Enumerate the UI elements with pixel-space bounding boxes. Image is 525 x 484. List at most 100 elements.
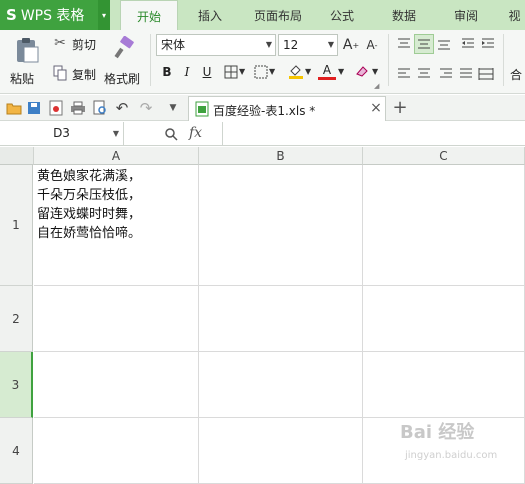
row-header-3[interactable]: 3 [0,352,33,418]
ribbon-home: 粘贴 ✂ 剪切 复制 格式刷 宋体 ▼ 12 ▼ A+ A- B I U ▼ [0,30,525,94]
column-header-c[interactable]: C [363,147,525,165]
cell-b3[interactable] [199,352,363,418]
cell-c3[interactable] [363,352,525,418]
select-all-corner[interactable] [0,147,34,165]
font-dialog-launcher-icon[interactable]: ◢ [374,82,379,90]
tab-insert[interactable]: 插入 [186,0,234,30]
document-tab-title: 百度经验-表1.xls * [213,104,316,118]
font-name-select[interactable]: 宋体 ▼ [156,34,276,56]
quick-access-menu-icon[interactable]: ▼ [166,101,180,115]
cut-label: 剪切 [72,38,97,52]
justify-icon[interactable] [458,67,474,81]
tab-review[interactable]: 审阅 [444,0,488,30]
border-icon[interactable] [224,65,238,79]
app-menu-caret-icon[interactable]: ▾ [98,0,110,30]
clear-format-icon[interactable] [354,63,370,79]
chevron-down-icon[interactable]: ▼ [305,67,311,76]
copy-icon [53,65,67,81]
new-tab-button[interactable]: + [392,97,408,118]
italic-button[interactable]: I [178,63,196,81]
tab-page-layout[interactable]: 页面布局 [244,0,312,30]
close-tab-icon[interactable]: × [369,99,383,117]
fill-color-icon[interactable] [288,63,304,79]
chevron-down-icon[interactable]: ▼ [239,67,245,76]
column-header-a[interactable]: A [34,147,199,165]
cell-b1[interactable] [199,165,363,286]
app-menu-button[interactable]: S WPS 表格 ▾ [0,0,110,30]
decrease-font-icon[interactable]: A- [364,36,380,54]
watermark-url: jingyan.baidu.com [405,450,498,461]
tab-view[interactable]: 视 [504,0,525,30]
cell-b4[interactable] [199,418,363,484]
paintbrush-icon [114,36,134,59]
align-middle-button[interactable] [414,34,434,54]
tab-data[interactable]: 数据 [382,0,426,30]
wps-logo-icon: S [6,6,17,24]
tab-formulas[interactable]: 公式 [320,0,364,30]
open-folder-icon[interactable] [6,101,22,115]
format-painter-label: 格式刷 [104,72,141,86]
insert-function-button[interactable]: fx [189,125,202,141]
chevron-down-icon[interactable]: ▼ [269,67,275,76]
cell-a1-text: 黄色娘家花满溪， 千朵万朵压枝低， 留连戏蝶时时舞， 自在娇莺恰恰啼。 [37,169,142,241]
font-size-select[interactable]: 12 ▼ [278,34,338,56]
document-tab[interactable]: 百度经验-表1.xls * × [188,96,386,121]
row-header-4[interactable]: 4 [0,418,33,484]
redo-icon[interactable]: ↷ [138,99,154,117]
copy-button[interactable]: 复制 [52,64,100,84]
zoom-search-icon[interactable] [164,127,178,141]
cell-b2[interactable] [199,286,363,352]
undo-icon[interactable]: ↶ [114,99,130,117]
chevron-down-icon[interactable]: ▼ [113,122,119,145]
paste-label: 粘贴 [10,72,35,86]
divider [388,34,389,86]
align-center-icon[interactable] [416,67,432,81]
increase-font-icon[interactable]: A + [342,36,360,54]
decrease-indent-icon[interactable] [460,37,476,51]
scissors-icon: ✂ [54,35,66,51]
merge-center-button[interactable]: 合 [510,66,522,83]
app-name: WPS 表格 [20,8,85,24]
paste-button[interactable]: 粘贴 [8,34,48,90]
export-pdf-icon[interactable] [49,100,63,116]
divider [150,34,151,86]
font-size-value: 12 [283,38,299,52]
print-icon[interactable] [70,101,86,115]
formula-bar: D3 ▼ fx [0,122,525,146]
cell-a3[interactable] [34,352,199,418]
chevron-down-icon[interactable]: ▼ [372,67,378,76]
align-right-icon[interactable] [438,67,454,81]
chevron-down-icon[interactable]: ▼ [338,67,344,76]
cell-c1[interactable] [363,165,525,286]
cell-a2[interactable] [34,286,199,352]
cell-c2[interactable] [363,286,525,352]
spreadsheet-file-icon [195,101,209,117]
save-icon[interactable] [27,101,41,115]
increase-indent-icon[interactable] [480,37,496,51]
column-header-b[interactable]: B [199,147,363,165]
fill-pattern-icon[interactable] [254,65,268,79]
row-header-2[interactable]: 2 [0,286,33,352]
font-name-value: 宋体 [161,38,186,52]
bold-button[interactable]: B [158,63,176,81]
name-box[interactable]: D3 ▼ [0,122,124,145]
align-middle-icon [418,39,430,49]
formula-input[interactable] [226,122,525,145]
cell-a4[interactable] [34,418,199,484]
print-preview-icon[interactable] [93,100,107,116]
format-painter-button[interactable]: 格式刷 [104,34,144,90]
divider [503,34,504,86]
distributed-align-icon[interactable] [478,67,494,81]
chevron-down-icon: ▼ [265,40,272,49]
divider [222,122,223,145]
cut-button[interactable]: ✂ 剪切 [52,34,100,54]
align-bottom-icon[interactable] [436,37,452,51]
font-color-button[interactable]: A [318,62,336,80]
align-left-icon[interactable] [396,67,412,81]
underline-button[interactable]: U [198,63,216,81]
watermark-logo: Bai 经验 [400,422,475,443]
align-top-icon[interactable] [396,37,412,51]
paste-icon [17,38,39,63]
row-header-1[interactable]: 1 [0,165,33,286]
tab-home[interactable]: 开始 [120,0,178,30]
